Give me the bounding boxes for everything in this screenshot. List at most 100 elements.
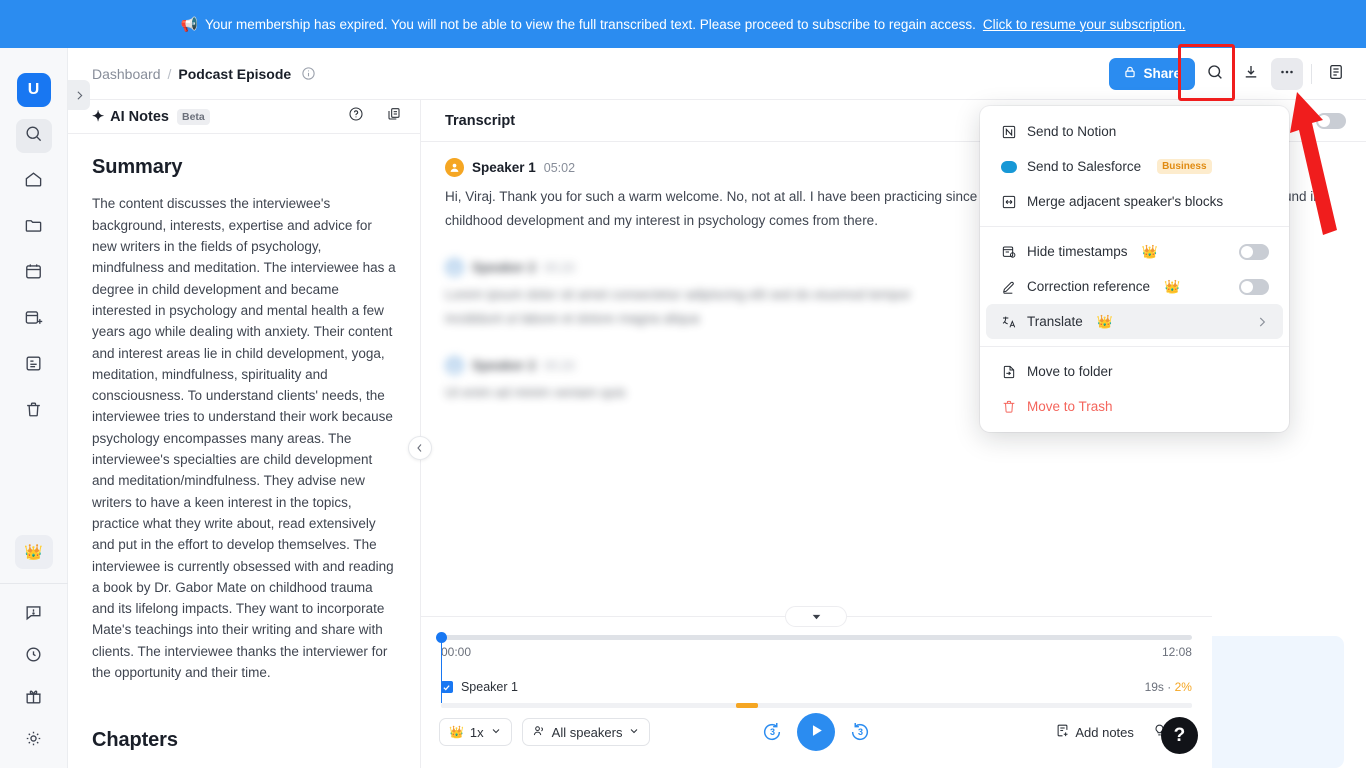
speaker-name[interactable]: Speaker 1 [472, 160, 536, 175]
expand-sidebar-button[interactable] [68, 80, 90, 110]
current-time: 00:00 [440, 645, 471, 659]
speaker-duration: 19s [1144, 680, 1164, 694]
speaker-timestamp[interactable]: 05:02 [544, 161, 575, 175]
speaker-timestamp: 05:20 [543, 358, 576, 373]
menu-item-translate[interactable]: Translate 👑 [986, 304, 1283, 339]
sidebar-item-calendar[interactable] [16, 257, 52, 291]
chevron-down-icon [628, 725, 640, 740]
skip-forward-seconds: 3 [857, 727, 863, 737]
trash-icon [24, 400, 43, 424]
business-badge: Business [1157, 159, 1212, 174]
ai-notes-body: Summary The content discusses the interv… [68, 134, 420, 768]
sidebar-item-upgrade[interactable]: 👑 [14, 535, 53, 569]
crown-icon: 👑 [1096, 313, 1113, 329]
search-button[interactable] [1199, 58, 1231, 90]
sidebar-item-search[interactable] [15, 119, 52, 153]
salesforce-icon [1000, 158, 1017, 175]
sparkle-icon: ✦ [92, 108, 105, 125]
topbar: Dashboard / Podcast Episode Share [68, 48, 1366, 100]
speaker-checkbox[interactable] [440, 681, 453, 693]
timestamp-icon [1000, 243, 1017, 260]
more-options-button[interactable] [1271, 57, 1303, 90]
sidebar-item-calendar-add[interactable] [16, 303, 52, 337]
transport-controls: 3 3 [761, 713, 871, 751]
hide-timestamps-toggle[interactable] [1239, 243, 1269, 260]
menu-item-label: Translate [1027, 314, 1083, 329]
info-icon[interactable] [301, 66, 316, 81]
collapse-notes-panel-button[interactable] [407, 436, 432, 460]
menu-item-send-to-notion[interactable]: Send to Notion [986, 114, 1283, 149]
play-button[interactable] [797, 713, 836, 751]
membership-expired-banner: 📢 Your membership has expired. You will … [0, 0, 1366, 48]
toolbar-divider [1311, 63, 1312, 84]
menu-item-correction-reference[interactable]: Correction reference 👑 [986, 269, 1283, 304]
skip-backward-button[interactable]: 3 [761, 721, 783, 743]
feedback-icon [24, 603, 43, 627]
menu-item-move-to-trash[interactable]: Move to Trash [986, 389, 1283, 424]
sidebar-item-gift[interactable] [16, 682, 52, 716]
menu-item-move-to-folder[interactable]: Move to folder [986, 354, 1283, 389]
search-icon [24, 124, 43, 148]
whats-new-icon [24, 645, 43, 669]
megaphone-icon: 📢 [180, 16, 198, 32]
more-options-menu: Send to Notion Send to Salesforce Busine… [980, 106, 1289, 432]
folder-icon [24, 216, 43, 240]
transcript-header-actions [1316, 112, 1346, 129]
menu-item-hide-timestamps[interactable]: Hide timestamps 👑 [986, 234, 1283, 269]
speaker-filter-value: All speakers [551, 724, 623, 740]
audio-player: 00:00 12:08 Speaker 1 19s · 2% 👑 1x All … [420, 606, 1212, 768]
menu-item-merge-blocks[interactable]: Merge adjacent speaker's blocks [986, 184, 1283, 219]
resume-subscription-link[interactable]: Click to resume your subscription. [983, 17, 1186, 32]
rail-divider [0, 583, 68, 584]
download-icon [1242, 63, 1260, 84]
lock-icon [1123, 65, 1137, 82]
avatar [444, 258, 464, 277]
help-button[interactable]: ? [1160, 717, 1198, 754]
search-icon [1206, 63, 1224, 84]
sidebar-item-notes[interactable] [16, 349, 52, 383]
sidebar-item-settings[interactable] [16, 724, 52, 758]
share-button[interactable]: Share [1109, 57, 1195, 90]
chevron-down-icon [490, 725, 502, 740]
rail-bottom-group [16, 590, 52, 768]
skip-backward-seconds: 3 [769, 727, 775, 737]
menu-item-label: Merge adjacent speaker's blocks [1027, 194, 1224, 209]
speaker-stat-separator: · [1167, 680, 1172, 694]
ai-notes-header: ✦ AI Notes Beta [68, 100, 420, 135]
ai-notes-title: AI Notes [110, 108, 169, 125]
gear-icon [24, 729, 43, 753]
download-button[interactable] [1235, 58, 1267, 90]
menu-item-label: Hide timestamps [1027, 244, 1128, 259]
banner-message: Your membership has expired. You will no… [204, 16, 976, 32]
progress-track[interactable] [435, 632, 1192, 643]
sidebar-item-whats-new[interactable] [16, 640, 52, 674]
sidebar-item-folder[interactable] [16, 211, 52, 245]
notes-icon [24, 354, 43, 378]
add-notes-button[interactable]: Add notes [1055, 723, 1134, 741]
crown-icon: 👑 [1164, 278, 1181, 294]
page-title: Podcast Episode [178, 65, 292, 82]
correction-reference-toggle[interactable] [1239, 278, 1269, 295]
app-logo[interactable]: U [16, 73, 51, 107]
transcript-header-toggle[interactable] [1316, 112, 1346, 129]
add-notes-label: Add notes [1075, 724, 1134, 740]
transcript-panel-button[interactable] [1320, 58, 1352, 90]
time-labels: 00:00 12:08 [441, 645, 1192, 659]
copy-icon[interactable] [386, 106, 402, 127]
breadcrumb-dashboard[interactable]: Dashboard [92, 66, 161, 82]
summary-text: The content discusses the interviewee's … [92, 196, 396, 680]
help-circle-icon[interactable] [348, 106, 364, 127]
transcript-panel-icon [1327, 63, 1345, 84]
sidebar-item-trash[interactable] [16, 395, 52, 429]
breadcrumb-separator: / [167, 65, 172, 82]
skip-forward-button[interactable]: 3 [849, 721, 871, 743]
sidebar-item-home[interactable] [16, 165, 52, 199]
speaker-filter-select[interactable]: All speakers [521, 718, 651, 746]
sidebar-item-feedback[interactable] [16, 598, 52, 632]
chevron-right-icon [1255, 315, 1269, 329]
trash-icon [1000, 398, 1017, 415]
menu-item-send-to-salesforce[interactable]: Send to Salesforce Business [986, 149, 1283, 184]
beta-badge: Beta [176, 108, 210, 125]
playback-speed-select[interactable]: 👑 1x [438, 718, 512, 746]
